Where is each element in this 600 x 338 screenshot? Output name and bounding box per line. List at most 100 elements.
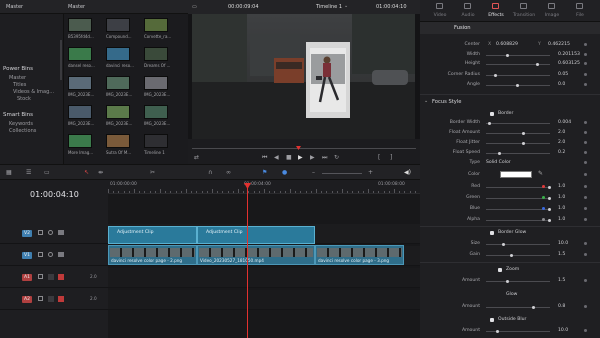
media-thumbnail[interactable] [106, 134, 130, 148]
stop-icon[interactable]: ■ [286, 155, 292, 161]
media-thumbnail[interactable] [106, 18, 130, 32]
timeline-area[interactable]: Adjustment Clip Adjustment Clip davinci re… [108, 194, 420, 338]
repeat-icon[interactable]: ↻ [334, 155, 339, 161]
keyframe-dot[interactable] [584, 242, 587, 245]
zoom-in-icon[interactable]: + [368, 170, 373, 176]
blade-icon[interactable]: ✂ [150, 170, 155, 176]
expand-chevron-icon[interactable]: ⌄ [424, 98, 428, 104]
keyframe-dot[interactable] [584, 161, 587, 164]
bin-keywords[interactable]: Keywords [0, 121, 63, 127]
tab-video[interactable]: Video [428, 13, 452, 18]
bin-titles[interactable]: Titles [0, 82, 63, 88]
param-value[interactable]: 10.0 [558, 241, 568, 246]
mute-button[interactable] [58, 296, 64, 302]
lock-icon[interactable] [38, 274, 43, 279]
lock-icon[interactable] [38, 296, 43, 301]
tab-effects[interactable]: Effects [484, 13, 508, 18]
monitor-icon[interactable] [58, 252, 64, 257]
step-forward-icon[interactable]: ▶ [310, 155, 315, 161]
param-value[interactable]: 10.0 [558, 328, 568, 333]
lock-icon[interactable] [38, 252, 43, 257]
param-slider-knob[interactable] [488, 122, 491, 125]
param-value[interactable]: 1.0 [558, 184, 565, 189]
param-slider[interactable] [486, 143, 550, 144]
param-slider[interactable] [486, 220, 550, 221]
keyframe-dot[interactable] [584, 62, 587, 65]
zoom-slider[interactable] [322, 173, 362, 174]
media-thumbnail[interactable] [68, 105, 92, 119]
keyframe-dot[interactable] [584, 185, 587, 188]
param-slider-knob[interactable] [548, 219, 551, 222]
param-slider-knob[interactable] [522, 142, 525, 145]
param-slider[interactable] [486, 198, 550, 199]
param-value[interactable]: 0.603125 [558, 61, 580, 66]
loop-icon[interactable]: ⇄ [194, 155, 199, 161]
param-slider-knob[interactable] [496, 330, 499, 333]
param-value[interactable]: 0.0 [558, 82, 565, 87]
keyframe-dot[interactable] [584, 53, 587, 56]
param-slider-knob[interactable] [548, 208, 551, 211]
media-thumbnail[interactable] [144, 47, 168, 61]
skip-forward-icon[interactable]: ⏭ [322, 155, 327, 161]
keyframe-dot[interactable] [584, 279, 587, 282]
keyframe-dot[interactable] [584, 305, 587, 308]
outside-blur-checkbox[interactable] [490, 318, 494, 322]
zoom-checkbox[interactable] [498, 268, 502, 272]
track-icon[interactable]: ▭ [44, 170, 50, 176]
bin-master[interactable]: Master [0, 75, 63, 81]
param-slider[interactable] [486, 55, 550, 56]
param-slider-knob[interactable] [510, 254, 513, 257]
param-value[interactable]: 1.0 [558, 206, 565, 211]
mute-button[interactable] [58, 274, 64, 280]
param-slider[interactable] [486, 153, 550, 154]
lock-icon[interactable] [38, 230, 43, 235]
keyframe-dot[interactable] [584, 131, 587, 134]
param-slider[interactable] [486, 244, 550, 245]
media-thumbnail[interactable] [68, 134, 92, 148]
eyedropper-icon[interactable]: ✎ [538, 170, 543, 177]
select-arrow-icon[interactable]: ↖ [84, 170, 89, 176]
param-slider-knob[interactable] [506, 280, 509, 283]
link-icon[interactable]: ∞ [226, 170, 231, 176]
param-slider-knob[interactable] [516, 84, 519, 87]
solo-button[interactable] [48, 274, 54, 280]
scrub-line[interactable] [192, 148, 416, 149]
timeline-name[interactable]: Timeline 1 [316, 4, 342, 10]
timeline-dropdown-icon[interactable]: ⌄ [344, 3, 348, 9]
param-slider[interactable] [486, 187, 550, 188]
media-thumbnail[interactable] [144, 76, 168, 90]
keyframe-dot[interactable] [584, 207, 587, 210]
keyframe-dot[interactable] [584, 196, 587, 199]
keyframe-dot[interactable] [584, 73, 587, 76]
mark-in-icon[interactable]: [ [378, 155, 380, 161]
param-slider[interactable] [486, 281, 550, 282]
param-slider-knob[interactable] [548, 186, 551, 189]
media-thumbnail[interactable] [68, 18, 92, 32]
keyframe-dot[interactable] [584, 121, 587, 124]
param-value[interactable]: 0.201153 [558, 52, 580, 57]
param-value[interactable]: 0.05 [558, 72, 568, 77]
monitor-icon[interactable] [58, 230, 64, 235]
keyframe-dot[interactable] [584, 329, 587, 332]
eye-icon[interactable] [48, 230, 53, 235]
video-clip[interactable]: davinci resolve color page - 3.png [315, 245, 404, 265]
media-thumbnail[interactable] [68, 47, 92, 61]
bin-stock[interactable]: Stock [0, 96, 63, 102]
play-icon[interactable]: ▶ [298, 155, 303, 161]
center-y-value[interactable]: 0.462215 [548, 42, 570, 47]
param-value[interactable]: 1.0 [558, 217, 565, 222]
type-dropdown[interactable]: Solid Color [486, 160, 511, 165]
param-slider[interactable] [486, 123, 550, 124]
media-thumbnail[interactable] [68, 76, 92, 90]
fusion-subtab[interactable]: Fusion [420, 22, 600, 34]
border-glow-checkbox[interactable] [490, 231, 494, 235]
param-slider-knob[interactable] [498, 152, 501, 155]
zoom-out-icon[interactable]: – [312, 170, 315, 176]
keyframe-dot[interactable] [584, 141, 587, 144]
param-value[interactable]: 2.0 [558, 130, 565, 135]
video-clip[interactable]: davinci resolve color page - 2.png [108, 245, 197, 265]
param-slider-knob[interactable] [506, 54, 509, 57]
adjustment-clip[interactable]: Adjustment Clip [108, 226, 197, 244]
bin-videos-images[interactable]: Videos & Imag... [0, 89, 63, 95]
timeline-ruler[interactable]: 01:00:00:00 01:00:04:00 01:00:08:00 [108, 180, 420, 194]
